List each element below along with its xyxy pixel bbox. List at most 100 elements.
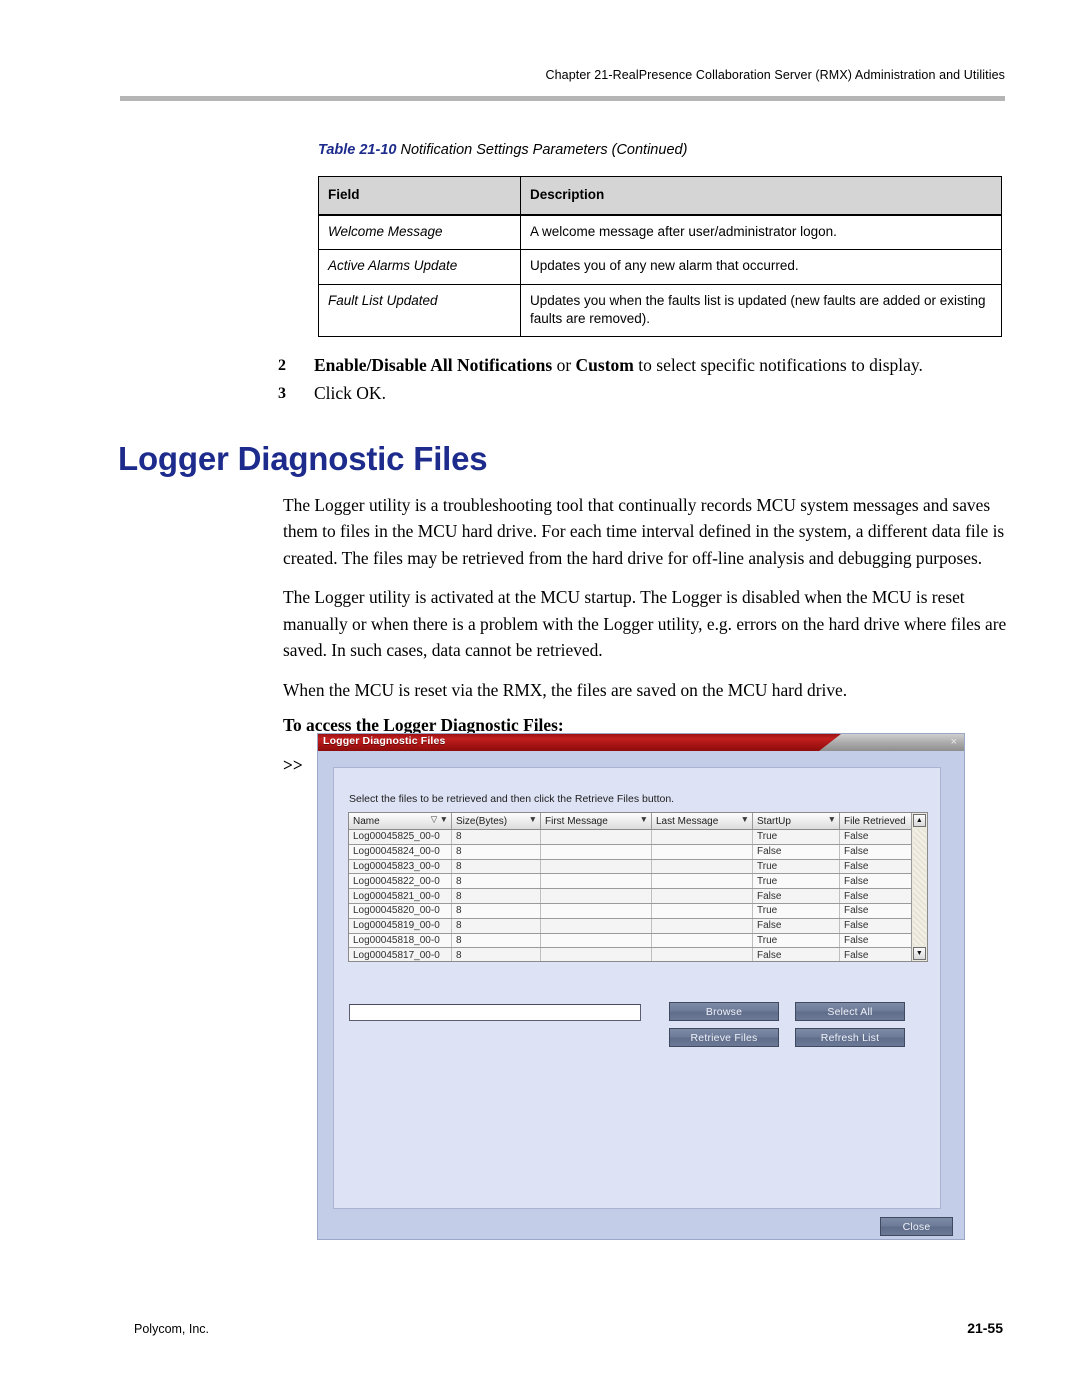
step-number: 2: [278, 357, 286, 374]
cell-description: A welcome message after user/administrat…: [520, 214, 1002, 251]
cell-field: Fault List Updated: [318, 283, 521, 338]
cell-last-message: [651, 829, 753, 845]
cell-first-message: [540, 888, 652, 904]
cell-first-message: [540, 933, 652, 949]
destination-path-input[interactable]: [349, 1004, 641, 1021]
column-header-field: Field: [318, 176, 521, 217]
grid-header-row: Name ▽ ▼ Size(Bytes) ▼ First Message ▼ L…: [349, 813, 927, 830]
cell-size: 8: [451, 903, 541, 919]
cell-last-message: [651, 918, 753, 934]
cell-first-message: [540, 947, 652, 961]
table-row[interactable]: Log00045824_00-0 8 False False: [349, 844, 927, 860]
cell-name: Log00045825_00-0: [349, 829, 452, 845]
document-page: Chapter 21-RealPresence Collaboration Se…: [0, 0, 1080, 1397]
step-2: 2 Enable/Disable All Notifications or Cu…: [278, 352, 1008, 380]
table-caption-number: Table 21-10: [318, 142, 397, 158]
dialog-titlebar: Logger Diagnostic Files ×: [318, 734, 964, 751]
filter-icon[interactable]: ▼: [828, 814, 836, 824]
logger-diagnostic-files-dialog: Logger Diagnostic Files × Select the fil…: [317, 733, 965, 1240]
table-caption-title: Notification Settings Parameters (Contin…: [400, 142, 688, 158]
cell-size: 8: [451, 933, 541, 949]
close-icon[interactable]: ×: [951, 735, 957, 749]
paragraph-3: When the MCU is reset via the RMX, the f…: [283, 679, 848, 700]
cell-startup: True: [752, 903, 840, 919]
header-rule: [120, 96, 1005, 101]
grid-body: Log00045825_00-0 8 True False Log00045824_0…: [349, 829, 927, 961]
step-3: 3 Click OK.: [278, 380, 1008, 408]
step-rest: to select specific notifications to disp…: [633, 355, 923, 375]
log-files-grid[interactable]: Name ▽ ▼ Size(Bytes) ▼ First Message ▼ L…: [348, 812, 928, 962]
page-title: Logger Diagnostic Files: [118, 440, 488, 477]
select-all-button[interactable]: Select All: [795, 1002, 905, 1021]
table-header-row: Field Description: [318, 176, 1002, 217]
cell-name: Log00045822_00-0: [349, 873, 452, 890]
table-row[interactable]: Log00045823_00-0 8 True False: [349, 859, 927, 875]
cell-last-message: [651, 844, 753, 860]
close-button[interactable]: Close: [880, 1217, 953, 1236]
cell-name: Log00045817_00-0: [349, 947, 452, 961]
step-text: Click OK.: [314, 382, 386, 403]
filter-icon[interactable]: ▼: [640, 814, 648, 824]
step-bold-2: Custom: [575, 355, 634, 375]
cell-last-message: [651, 873, 753, 890]
grid-vertical-scrollbar[interactable]: ▲ ▼: [911, 813, 927, 961]
cell-size: 8: [451, 859, 541, 875]
dialog-panel: Select the files to be retrieved and the…: [333, 767, 941, 1209]
grid-column-startup[interactable]: StartUp ▼: [752, 813, 840, 830]
paragraph-2: The Logger utility is activated at the M…: [283, 587, 1007, 661]
cell-startup: True: [752, 933, 840, 949]
sort-filter-icon[interactable]: ▽ ▼: [431, 814, 448, 825]
cell-startup: True: [752, 873, 840, 890]
table-row[interactable]: Log00045821_00-0 8 False False: [349, 888, 927, 904]
cell-startup: True: [752, 859, 840, 875]
cell-size: 8: [451, 947, 541, 961]
filter-icon[interactable]: ▼: [529, 814, 537, 824]
table-row[interactable]: Log00045818_00-0 8 True False: [349, 933, 927, 949]
filter-icon[interactable]: ▼: [741, 814, 749, 824]
cell-first-message: [540, 829, 652, 845]
paragraph-1: The Logger utility is a troubleshooting …: [283, 495, 1005, 568]
cell-size: 8: [451, 873, 541, 890]
running-header: Chapter 21-RealPresence Collaboration Se…: [545, 68, 1005, 82]
cell-startup: False: [752, 844, 840, 860]
cell-name: Log00045820_00-0: [349, 903, 452, 919]
cell-field: Welcome Message: [318, 214, 521, 251]
cell-size: 8: [451, 844, 541, 860]
grid-column-label: Name: [353, 815, 380, 827]
grid-column-name[interactable]: Name ▽ ▼: [349, 813, 452, 830]
grid-column-last-message[interactable]: Last Message ▼: [651, 813, 753, 830]
cell-first-message: [540, 844, 652, 860]
instruction-text: Select the files to be retrieved and the…: [349, 793, 675, 805]
grid-column-first-message[interactable]: First Message ▼: [540, 813, 652, 830]
step-text: Enable/Disable All Notifications or Cust…: [314, 352, 1008, 380]
grid-column-label: Last Message: [656, 815, 719, 827]
cell-startup: False: [752, 888, 840, 904]
cell-size: 8: [451, 918, 541, 934]
table-caption: Table 21-10 Notification Settings Parame…: [318, 142, 687, 158]
scroll-up-icon[interactable]: ▲: [913, 814, 926, 827]
grid-column-size[interactable]: Size(Bytes) ▼: [451, 813, 541, 830]
table-row[interactable]: Log00045825_00-0 8 True False: [349, 829, 927, 845]
table-row[interactable]: Log00045822_00-0 8 True False: [349, 873, 927, 890]
step-number: 3: [278, 384, 286, 402]
step-mid: or: [552, 355, 576, 375]
cell-last-message: [651, 859, 753, 875]
cell-field: Active Alarms Update: [318, 249, 521, 285]
scroll-down-icon[interactable]: ▼: [913, 947, 926, 960]
titlebar-sheen: [819, 734, 964, 751]
log-files-table: Name ▽ ▼ Size(Bytes) ▼ First Message ▼ L…: [349, 813, 927, 961]
refresh-list-button[interactable]: Refresh List: [795, 1028, 905, 1047]
table-row[interactable]: Log00045820_00-0 8 True False: [349, 903, 927, 919]
table-row[interactable]: Log00045817_00-0 8 False False: [349, 947, 927, 961]
column-header-description: Description: [520, 176, 1002, 217]
cell-name: Log00045819_00-0: [349, 918, 452, 934]
cell-first-message: [540, 903, 652, 919]
scrollbar-track[interactable]: [913, 829, 926, 945]
cell-size: 8: [451, 829, 541, 845]
retrieve-files-button[interactable]: Retrieve Files: [669, 1028, 779, 1047]
table-row: Fault List Updated Updates you when the …: [318, 283, 1002, 338]
grid-column-label: File Retrieved: [844, 815, 906, 827]
browse-button[interactable]: Browse: [669, 1002, 779, 1021]
table-row[interactable]: Log00045819_00-0 8 False False: [349, 918, 927, 934]
grid-column-label: StartUp: [757, 815, 791, 827]
